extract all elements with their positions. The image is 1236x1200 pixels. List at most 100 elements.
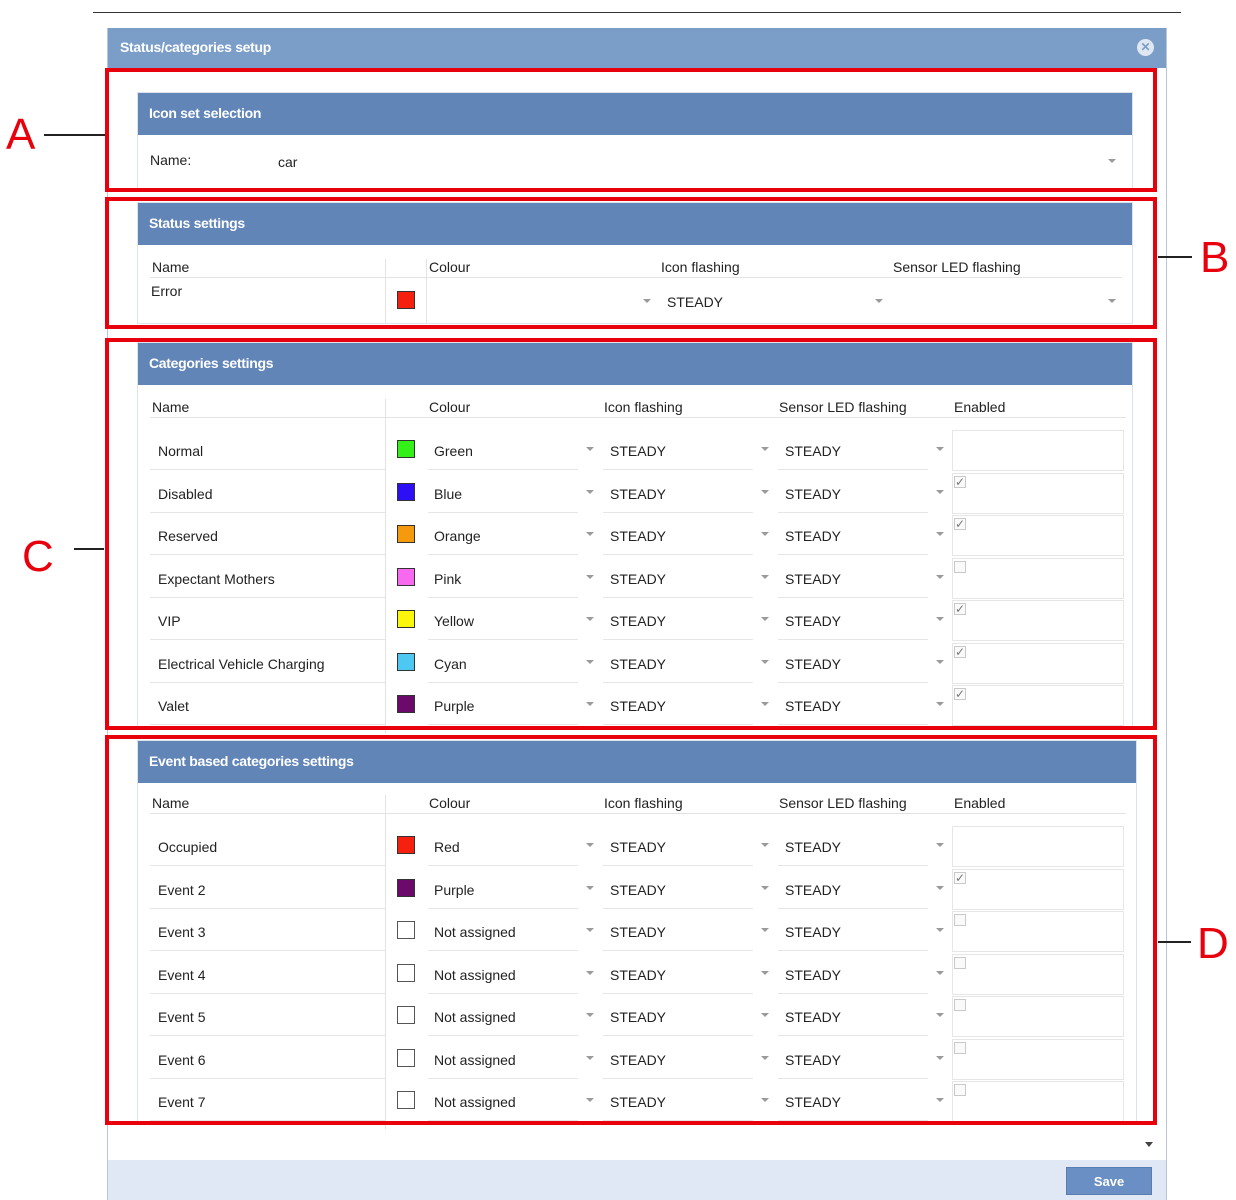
colour-swatch[interactable] [397,878,415,897]
chevron-down-icon[interactable] [936,659,944,664]
save-button[interactable]: Save [1066,1167,1152,1195]
enabled-checkbox-checked[interactable]: ✓ [954,518,966,530]
chevron-down-icon[interactable] [936,928,944,932]
chevron-down-icon[interactable] [936,532,944,536]
chevron-down-icon[interactable] [936,1098,944,1102]
chevron-down-icon[interactable] [936,843,944,847]
chevron-down-icon[interactable] [586,532,594,536]
enabled-checkbox[interactable] [954,956,966,969]
icon-set-select[interactable]: car [278,147,1120,175]
enabled-checkbox-checked[interactable]: ✓ [954,603,966,615]
chevron-down-icon[interactable] [761,574,769,579]
chevron-down-icon[interactable] [761,843,769,847]
colour-swatch[interactable] [397,695,415,713]
colour-select-underline [428,596,578,598]
icon-set-panel-header: Icon set selection [138,93,1132,135]
chevron-down-icon[interactable] [643,299,651,303]
colour-select-underline [428,1035,578,1036]
chevron-down-icon[interactable] [936,885,944,890]
sensor-led-value: STEADY [785,839,842,855]
colour-select-underline [428,511,578,513]
chevron-down-icon[interactable] [586,885,594,890]
colour-select-value: Orange [434,528,481,544]
chevron-down-icon[interactable] [936,489,944,494]
enabled-cell [952,557,1124,599]
row-divider [150,511,385,513]
enabled-checkbox[interactable] [954,914,966,926]
colour-swatch[interactable] [397,525,415,543]
colour-swatch[interactable] [397,836,415,854]
chevron-down-icon[interactable] [761,1013,769,1017]
category-row: Electrical Vehicle Charging Cyan STEADY STE… [138,642,1132,690]
chevron-down-icon[interactable] [1108,299,1116,303]
enabled-checkbox[interactable] [954,999,966,1011]
colour-select-value: Not assigned [434,1094,516,1110]
row-name: Electrical Vehicle Charging [158,655,325,672]
chevron-down-icon[interactable] [761,659,769,664]
chevron-down-icon[interactable] [761,447,769,451]
chevron-down-icon[interactable] [761,928,769,932]
sensor-led-underline [778,1077,928,1079]
chevron-down-icon[interactable] [761,1098,769,1102]
chevron-down-icon[interactable] [586,1013,594,1017]
chevron-down-icon[interactable] [875,299,883,303]
chevron-down-icon[interactable] [761,885,769,890]
enabled-cell [952,953,1124,995]
chevron-down-icon[interactable] [761,489,769,494]
colour-swatch[interactable] [397,963,415,982]
chevron-down-icon[interactable] [586,447,594,451]
sensor-led-value: STEADY [785,528,842,544]
chevron-down-icon[interactable] [761,617,769,621]
colour-swatch[interactable] [397,610,415,628]
scroll-down-icon[interactable] [1145,1142,1153,1147]
chevron-down-icon[interactable] [586,928,594,932]
chevron-down-icon[interactable] [761,702,769,706]
chevron-down-icon[interactable] [586,702,594,706]
chevron-down-icon[interactable] [586,574,594,579]
chevron-down-icon[interactable] [586,843,594,847]
colour-swatch[interactable] [397,921,415,939]
chevron-down-icon[interactable] [936,617,944,621]
chevron-down-icon[interactable] [761,532,769,536]
chevron-down-icon[interactable] [586,617,594,621]
colour-select-value: Not assigned [434,1051,516,1068]
status-colour-swatch[interactable] [397,291,415,309]
callout-line-c [74,548,104,550]
enabled-checkbox-checked[interactable]: ✓ [954,475,966,488]
enabled-checkbox[interactable] [954,1041,966,1054]
chevron-down-icon[interactable] [586,489,594,494]
colour-swatch[interactable] [397,652,415,671]
colour-swatch[interactable] [397,1006,415,1024]
enabled-checkbox-checked[interactable]: ✓ [954,688,966,700]
chevron-down-icon[interactable] [586,1055,594,1060]
category-row: Normal Green STEADY STEADY [138,430,1132,477]
colour-swatch[interactable] [397,567,415,586]
sensor-led-underline [778,554,928,555]
colour-swatch[interactable] [397,440,415,458]
colour-select-value: Cyan [434,655,467,672]
chevron-down-icon[interactable] [936,574,944,579]
close-icon[interactable]: ✕ [1137,39,1154,56]
enabled-checkbox[interactable] [954,560,966,573]
enabled-checkbox-checked[interactable]: ✓ [954,871,966,884]
chevron-down-icon[interactable] [936,1013,944,1017]
colour-swatch[interactable] [397,482,415,501]
chevron-down-icon[interactable] [586,970,594,975]
enabled-checkbox[interactable] [954,1084,966,1096]
chevron-down-icon[interactable] [936,1055,944,1060]
colour-swatch[interactable] [397,1048,415,1067]
colour-swatch[interactable] [397,1091,415,1109]
colour-select-underline [428,907,578,909]
chevron-down-icon[interactable] [586,659,594,664]
icon-flashing-value: STEADY [610,528,667,544]
sensor-led-value: STEADY [785,1051,842,1068]
enabled-checkbox-checked[interactable]: ✓ [954,645,966,658]
colour-select-value: Not assigned [434,924,516,940]
chevron-down-icon[interactable] [936,970,944,975]
chevron-down-icon[interactable] [761,1055,769,1060]
chevron-down-icon[interactable] [761,970,769,975]
chevron-down-icon[interactable] [936,702,944,706]
categories-header-enabled: Enabled [954,399,1006,415]
chevron-down-icon[interactable] [936,447,944,451]
chevron-down-icon[interactable] [586,1098,594,1102]
